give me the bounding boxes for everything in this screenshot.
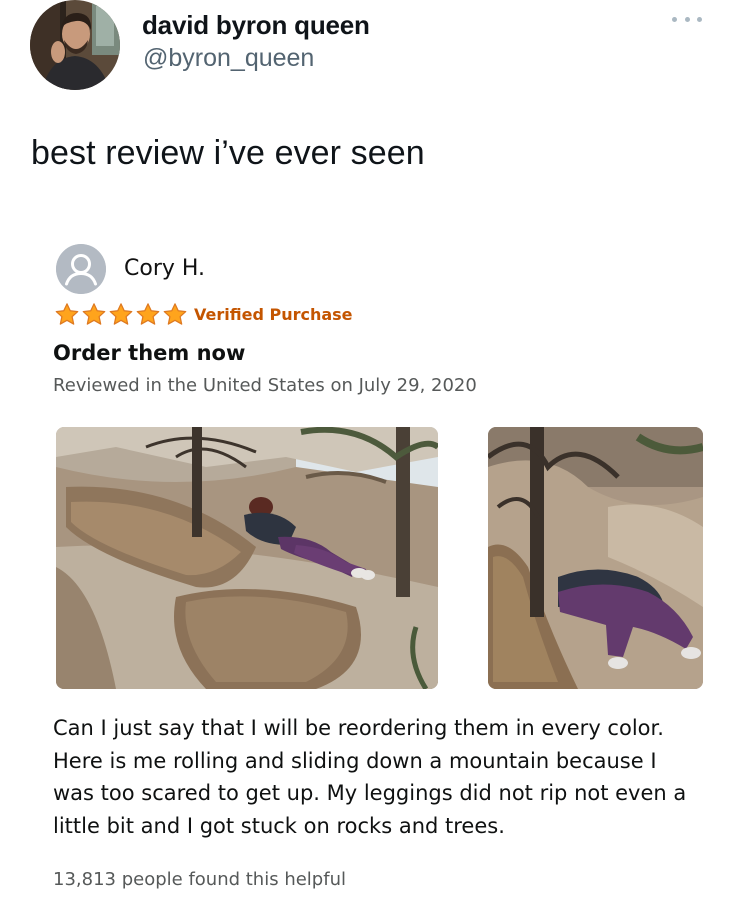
more-horizontal-icon[interactable] xyxy=(672,12,702,26)
review-photo-1[interactable] xyxy=(56,427,438,689)
reviewer-avatar-icon xyxy=(56,244,106,294)
avatar-photo xyxy=(30,0,120,90)
review-date-line: Reviewed in the United States on July 29… xyxy=(53,375,477,396)
star-rating xyxy=(54,302,188,327)
verified-purchase-badge: Verified Purchase xyxy=(194,305,353,324)
review-body: Can I just say that I will be reordering… xyxy=(53,716,687,838)
star-icon xyxy=(55,303,79,325)
avatar[interactable] xyxy=(30,0,120,90)
star-icon xyxy=(136,303,160,325)
helpful-count: 13,813 people found this helpful xyxy=(53,869,346,890)
tweet-text: best review i’ve ever seen xyxy=(31,134,425,172)
star-icon xyxy=(109,303,133,325)
star-icon xyxy=(163,303,187,325)
reviewer-name[interactable]: Cory H. xyxy=(124,256,205,281)
user-handle[interactable]: @byron_queen xyxy=(143,44,314,73)
review-headline[interactable]: Order them now xyxy=(53,341,245,365)
star-icon xyxy=(82,303,106,325)
review-photo-2[interactable] xyxy=(488,427,703,689)
display-name[interactable]: david byron queen xyxy=(142,10,370,41)
